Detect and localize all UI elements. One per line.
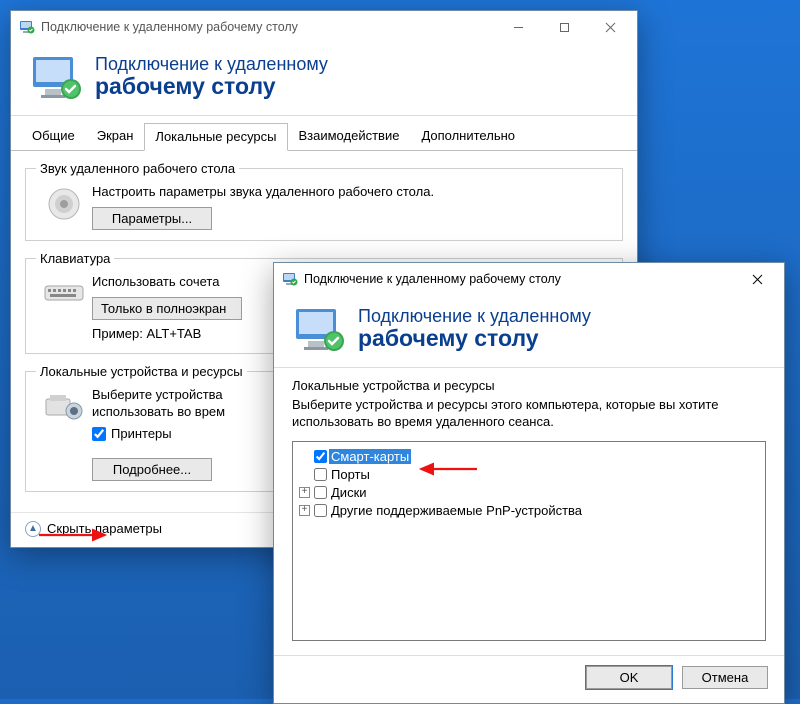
- sub-brand-header: Подключение к удаленному рабочему столу: [274, 295, 784, 368]
- tree-cb-smartcards[interactable]: [314, 450, 327, 463]
- group-audio-legend: Звук удаленного рабочего стола: [36, 161, 239, 176]
- tree-label-smartcards: Смарт-карты: [329, 449, 411, 464]
- expand-icon[interactable]: +: [299, 487, 310, 498]
- rdp-devices-subdialog: Подключение к удаленному рабочему столу …: [273, 262, 785, 704]
- tab-experience[interactable]: Взаимодействие: [288, 122, 411, 150]
- tree-label-ports: Порты: [329, 467, 372, 482]
- printers-label: Принтеры: [111, 426, 172, 441]
- tree-item-drives[interactable]: + Диски: [299, 484, 759, 502]
- main-brand-header: Подключение к удаленному рабочему столу: [11, 43, 637, 116]
- sub-brand-line1: Подключение к удаленному: [358, 306, 591, 327]
- tree-cb-pnp[interactable]: [314, 504, 327, 517]
- tree-cb-ports[interactable]: [314, 468, 327, 481]
- main-titlebar: Подключение к удаленному рабочему столу: [11, 11, 637, 43]
- tree-label-drives: Диски: [329, 485, 369, 500]
- printers-checkbox-input[interactable]: [92, 427, 106, 441]
- sub-title: Подключение к удаленному рабочему столу: [304, 272, 734, 286]
- tab-local-resources[interactable]: Локальные ресурсы: [144, 123, 287, 151]
- tab-display[interactable]: Экран: [86, 122, 145, 150]
- sub-titlebar: Подключение к удаленному рабочему столу: [274, 263, 784, 295]
- watermark: PachvaraPetrovna для forum.onliner.by: [0, 676, 800, 699]
- rdp-app-icon: [19, 19, 35, 35]
- keyboard-mode-select[interactable]: Только в полноэкран: [92, 297, 242, 320]
- sub-close-button[interactable]: [734, 264, 780, 294]
- group-audio: Звук удаленного рабочего стола Настроить…: [25, 161, 623, 241]
- keyboard-icon: [36, 274, 92, 343]
- tree-item-smartcards[interactable]: Смарт-карты: [299, 448, 759, 466]
- printers-checkbox[interactable]: Принтеры: [92, 426, 172, 441]
- group-devices-legend: Локальные устройства и ресурсы: [36, 364, 247, 379]
- tab-advanced[interactable]: Дополнительно: [410, 122, 526, 150]
- maximize-button[interactable]: [541, 12, 587, 42]
- chevron-up-icon: ▲: [25, 521, 41, 537]
- close-button[interactable]: [587, 12, 633, 42]
- device-tree[interactable]: Смарт-карты Порты + Диски + Другие подде…: [292, 441, 766, 641]
- tree-cb-drives[interactable]: [314, 486, 327, 499]
- audio-settings-button[interactable]: Параметры...: [92, 207, 212, 230]
- group-keyboard-legend: Клавиатура: [36, 251, 114, 266]
- devices-icon: [36, 387, 92, 481]
- tree-item-pnp[interactable]: + Другие поддерживаемые PnP-устройства: [299, 502, 759, 520]
- collapse-label: Скрыть параметры: [47, 521, 162, 536]
- audio-desc: Настроить параметры звука удаленного раб…: [92, 184, 612, 201]
- rdp-app-icon: [282, 271, 298, 287]
- brand-line2: рабочему столу: [95, 73, 328, 100]
- sub-group-label: Локальные устройства и ресурсы: [292, 378, 766, 393]
- main-title: Подключение к удаленному рабочему столу: [41, 20, 495, 34]
- tab-general[interactable]: Общие: [21, 122, 86, 150]
- minimize-button[interactable]: [495, 12, 541, 42]
- brand-line1: Подключение к удаленному: [95, 54, 328, 75]
- rdp-brand-icon: [31, 53, 83, 101]
- tree-label-pnp: Другие поддерживаемые PnP-устройства: [329, 503, 584, 518]
- more-devices-button[interactable]: Подробнее...: [92, 458, 212, 481]
- sub-group-desc: Выберите устройства и ресурсы этого комп…: [292, 397, 766, 431]
- sub-brand-line2: рабочему столу: [358, 325, 591, 352]
- expand-icon[interactable]: +: [299, 505, 310, 516]
- speaker-icon: [36, 184, 92, 230]
- tree-item-ports[interactable]: Порты: [299, 466, 759, 484]
- tabs: Общие Экран Локальные ресурсы Взаимодейс…: [11, 116, 637, 151]
- rdp-brand-icon: [294, 305, 346, 353]
